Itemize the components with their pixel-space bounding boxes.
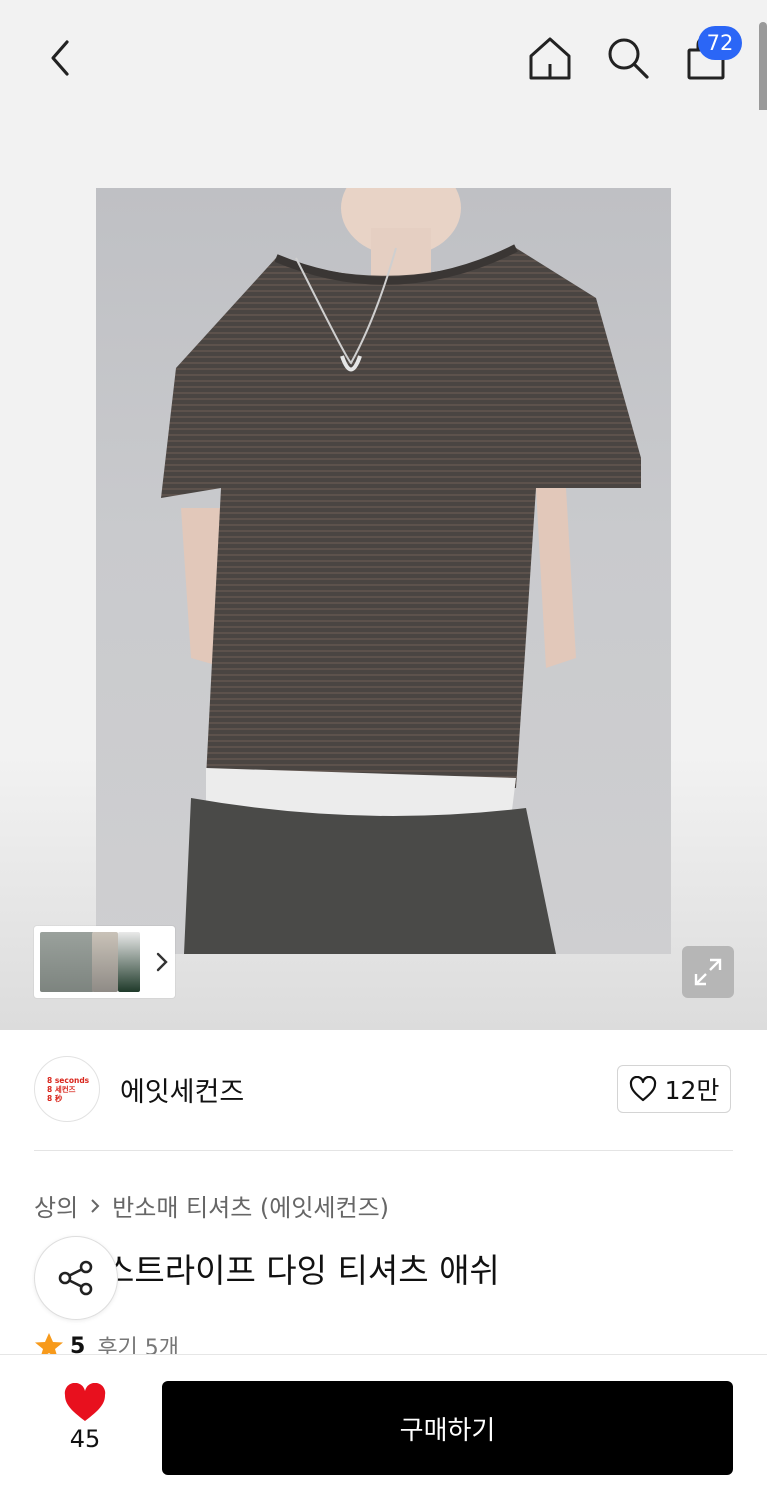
search-button[interactable] (598, 28, 658, 88)
brand-section: 8 seconds 8 세컨즈 8 秒 에잇세컨즈 12만 (0, 1030, 767, 1150)
chevron-right-icon (91, 1198, 100, 1213)
page-scrollbar[interactable] (759, 22, 767, 122)
bottom-action-bar: 45 구매하기 (0, 1354, 767, 1501)
top-navigation-bar: 72 (0, 0, 767, 110)
expand-icon (694, 958, 722, 986)
back-arrow-icon (51, 40, 69, 76)
wishlist-button[interactable]: 45 (40, 1383, 130, 1453)
model-tshirt-illustration (161, 188, 641, 954)
divider (34, 1150, 733, 1151)
thumbnail-strip[interactable] (34, 926, 175, 998)
thumbnail-image[interactable] (92, 932, 118, 992)
brand-name[interactable]: 에잇세컨즈 (120, 1070, 244, 1109)
brand-logo[interactable]: 8 seconds 8 세컨즈 8 秒 (34, 1056, 100, 1122)
thumbnail-image[interactable] (40, 932, 94, 992)
chevron-right-icon[interactable] (152, 948, 172, 976)
breadcrumb-subcategory[interactable]: 반소매 티셔츠 (에잇세컨즈) (112, 1188, 389, 1223)
thumbnail-image[interactable] (118, 932, 140, 992)
brand-logo-line: 8 seconds (47, 1075, 90, 1085)
home-button[interactable] (520, 28, 580, 88)
buy-button[interactable]: 구매하기 (162, 1381, 733, 1475)
share-button[interactable] (34, 1236, 118, 1320)
product-image-gallery[interactable] (0, 110, 767, 1030)
product-title: 스트라이프 다잉 티셔츠 애쉬 (104, 1251, 500, 1290)
brand-logo-line: 8 세컨즈 (47, 1084, 76, 1094)
wishlist-count: 45 (69, 1425, 101, 1453)
brand-logo-line: 8 秒 (47, 1093, 63, 1103)
product-main-image[interactable] (96, 188, 671, 954)
search-icon (608, 38, 649, 79)
back-button[interactable] (32, 30, 88, 86)
cart-count-badge: 72 (698, 26, 742, 60)
heart-filled-icon (64, 1383, 106, 1421)
breadcrumb-category[interactable]: 상의 (34, 1188, 78, 1223)
breadcrumb: 상의 반소매 티셔츠 (에잇세컨즈) (34, 1188, 389, 1223)
brand-like-count: 12만 (664, 1076, 720, 1105)
heart-outline-icon (629, 1076, 656, 1102)
share-icon (58, 1260, 93, 1296)
fullscreen-button[interactable] (682, 946, 734, 998)
home-icon (529, 37, 571, 80)
brand-like-button[interactable]: 12만 (617, 1065, 731, 1113)
